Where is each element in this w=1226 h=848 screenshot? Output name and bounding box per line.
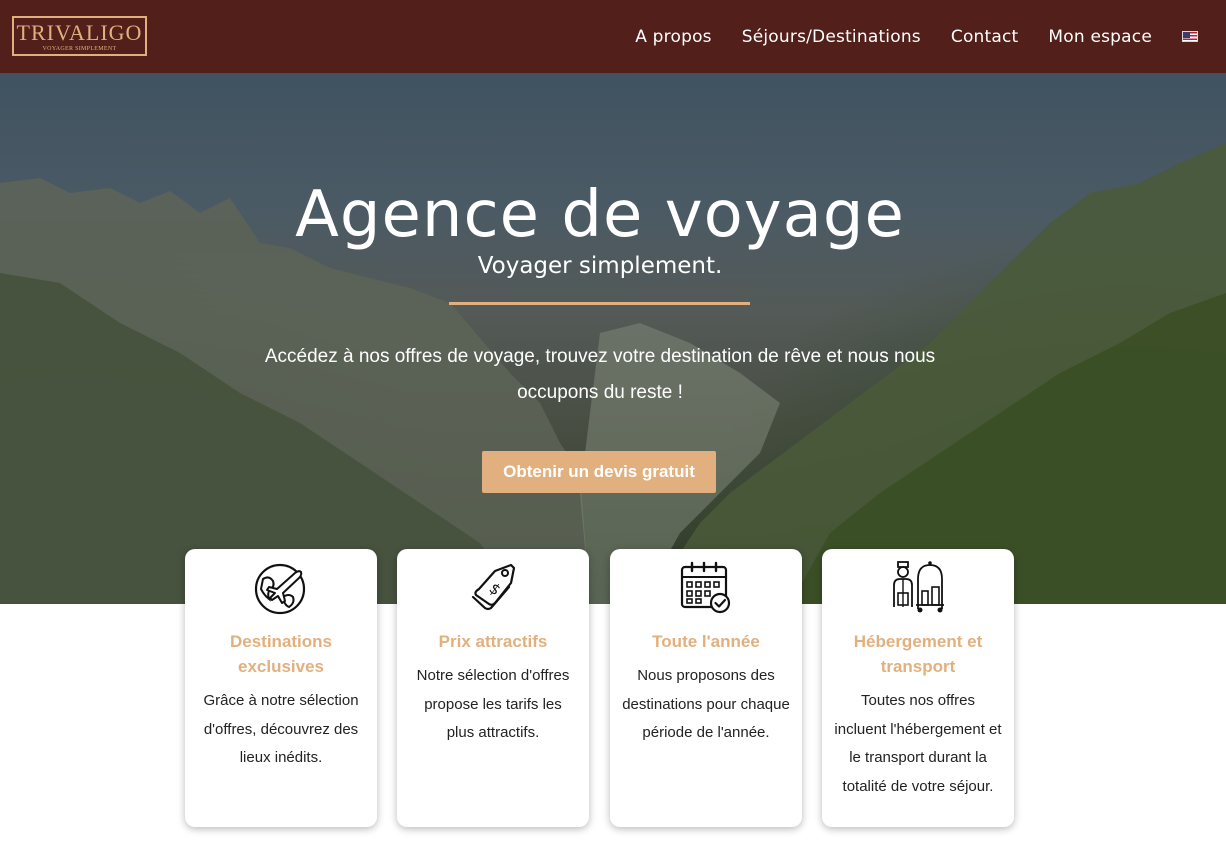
feature-cards: Destinations exclusives Grâce à notre sé… — [185, 549, 1015, 829]
feature-text: Grâce à notre sélection d'offres, découv… — [203, 692, 359, 766]
feature-text: Nous proposons des destinations pour cha… — [622, 667, 790, 741]
brand-name: TRIVALIGO — [16, 20, 143, 45]
nav-link-mon-espace[interactable]: Mon espace — [1048, 27, 1152, 47]
hero-description: Accédez à nos offres de voyage, trouvez … — [264, 346, 936, 403]
feature-card-hebergement: Hébergement et transport Toutes nos offr… — [822, 549, 1014, 827]
feature-card-destinations: Destinations exclusives Grâce à notre sé… — [185, 549, 377, 827]
hero-title: Agence de voyage — [295, 178, 905, 252]
feature-card-prix: $ Prix attractifs Notre sélection d'offr… — [397, 549, 589, 827]
hero-banner: Agence de voyage Voyager simplement. Acc… — [0, 73, 1226, 604]
price-tag-icon: $ — [471, 563, 516, 611]
feature-title: Toute l'année — [652, 632, 760, 651]
hero-divider — [449, 302, 750, 305]
hero-subtitle: Voyager simplement. — [477, 253, 723, 279]
feature-card-toute-annee: Toute l'année Nous proposons des destina… — [610, 549, 802, 827]
us-flag-icon[interactable] — [1182, 31, 1198, 42]
feature-title: Prix attractifs — [438, 632, 548, 651]
brand-logo[interactable]: TRIVALIGO VOYAGER SIMPLEMENT — [12, 16, 147, 56]
feature-title: Hébergement et transport — [853, 632, 983, 676]
feature-title: Destinations exclusives — [229, 632, 333, 676]
globe-plane-icon — [254, 563, 306, 615]
calendar-check-icon — [680, 561, 731, 614]
top-navbar: TRIVALIGO VOYAGER SIMPLEMENT A propos Sé… — [0, 0, 1226, 73]
feature-text: Toutes nos offres incluent l'hébergement… — [834, 692, 1002, 795]
nav-link-a-propos[interactable]: A propos — [635, 27, 712, 47]
feature-text: Notre sélection d'offres propose les tar… — [416, 667, 570, 741]
nav-link-contact[interactable]: Contact — [951, 27, 1019, 47]
free-quote-button[interactable]: Obtenir un devis gratuit — [482, 451, 716, 493]
main-nav: A propos Séjours/Destinations Contact Mo… — [605, 0, 1198, 73]
bellboy-luggage-icon — [893, 561, 944, 613]
nav-link-sejours-destinations[interactable]: Séjours/Destinations — [742, 27, 921, 47]
brand-tagline: VOYAGER SIMPLEMENT — [42, 46, 117, 52]
